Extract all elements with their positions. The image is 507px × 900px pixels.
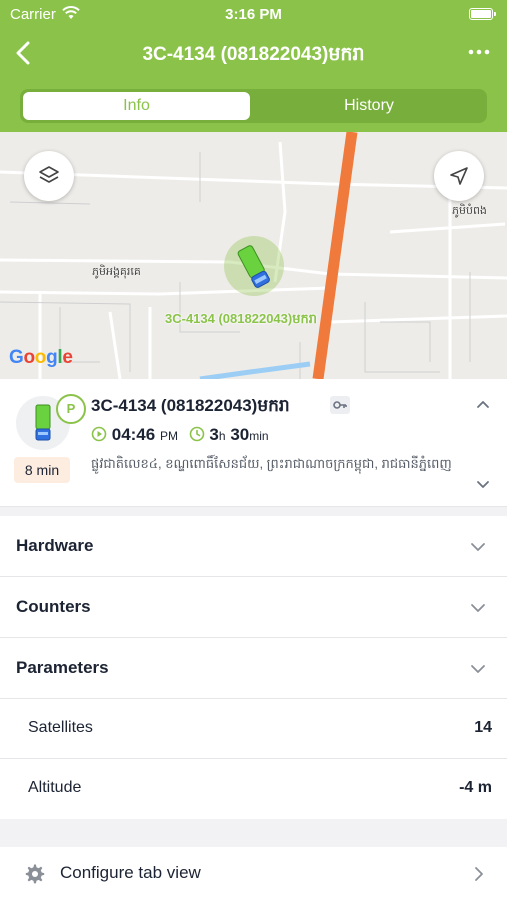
time-ago-badge: 8 min [14,457,70,483]
duration-hours: 3 [209,425,219,444]
chevron-right-icon [475,867,483,881]
my-location-button[interactable] [434,151,484,201]
truck-icon [35,404,51,441]
chevron-down-icon [471,665,485,673]
section-hardware[interactable]: Hardware [0,516,507,577]
battery-icon [469,8,496,20]
duration-minutes-unit: min [249,429,269,443]
chevron-down-icon [471,543,485,551]
collapse-button[interactable] [475,396,491,417]
section-parameters[interactable]: Parameters [0,638,507,699]
back-button[interactable] [10,36,40,70]
key-icon [330,396,350,414]
header: Carrier 3:16 PM 3C-4134 (081822043)មករា … [0,0,507,132]
configure-label: Configure tab view [60,863,201,882]
logo-letter: g [46,347,58,368]
duration-minutes: 30 [230,425,250,444]
map-layers-button[interactable] [24,151,74,201]
status-bar: Carrier 3:16 PM [0,0,507,30]
parameter-value: 14 [474,719,492,736]
tab-info[interactable]: Info [23,92,250,120]
navigation-arrow-icon [450,167,468,185]
layers-icon [39,166,59,183]
ellipsis-icon [468,49,490,55]
parameter-row: Altitude -4 m [0,759,507,819]
parameter-row: Satellites 14 [0,699,507,759]
chevron-up-icon [477,401,489,408]
google-logo: Google [9,347,73,369]
chevron-left-icon [16,41,30,65]
chevron-down-icon [477,481,489,488]
logo-letter: o [34,347,47,368]
time-row: 04:46 PM 3h 30min [91,425,269,445]
parameter-value: -4 m [459,779,492,796]
status-time: 3:16 PM [225,6,282,23]
map-place-label: ភូមិអង្គគុរគេ [92,266,141,278]
logo-letter: G [9,347,24,368]
parking-status-badge: P [56,394,86,424]
page-title: 3C-4134 (081822043)មករា [142,44,365,65]
last-update-period: PM [159,429,178,443]
logo-letter: e [62,347,73,368]
more-button[interactable] [467,42,491,62]
clock-icon [189,426,205,447]
duration-hours-unit: h [218,429,226,443]
tab-history[interactable]: History [254,92,484,120]
section-title: Counters [16,597,91,616]
info-sections: Hardware Counters Parameters Satellites … [0,516,507,819]
logo-letter: o [23,347,35,368]
parameter-label: Satellites [28,719,93,736]
play-circle-icon [91,426,107,447]
object-address: ផ្លូវជាតិលេខ៤, ខណ្ឌពោធិ៍សែនជ័យ, ព្រះរាជា… [91,456,452,471]
object-summary-card[interactable]: P 8 min 3C-4134 (081822043)មករា 04:46 PM… [0,379,507,507]
gear-icon [25,864,45,884]
section-counters[interactable]: Counters [0,577,507,638]
last-update-time: 04:46 [111,425,156,444]
expand-address-button[interactable] [475,477,491,498]
map-vehicle-label: 3C-4134 (081822043)មករា [165,311,317,326]
map-place-label: ភូមិបំពង [452,205,487,217]
configure-tab-view-button[interactable]: Configure tab view [0,847,507,900]
vehicle-marker-icon[interactable] [232,242,276,297]
object-name: 3C-4134 (081822043)មករា [91,396,290,415]
chevron-down-icon [471,604,485,612]
section-title: Parameters [16,658,109,677]
section-title: Hardware [16,536,94,555]
parameter-label: Altitude [28,779,82,796]
tab-switcher: Info History [20,89,487,123]
map-view[interactable]: ភូមិអង្គគុរគេ ភូមិបំពង 3C-4134 (08182204… [0,132,507,379]
